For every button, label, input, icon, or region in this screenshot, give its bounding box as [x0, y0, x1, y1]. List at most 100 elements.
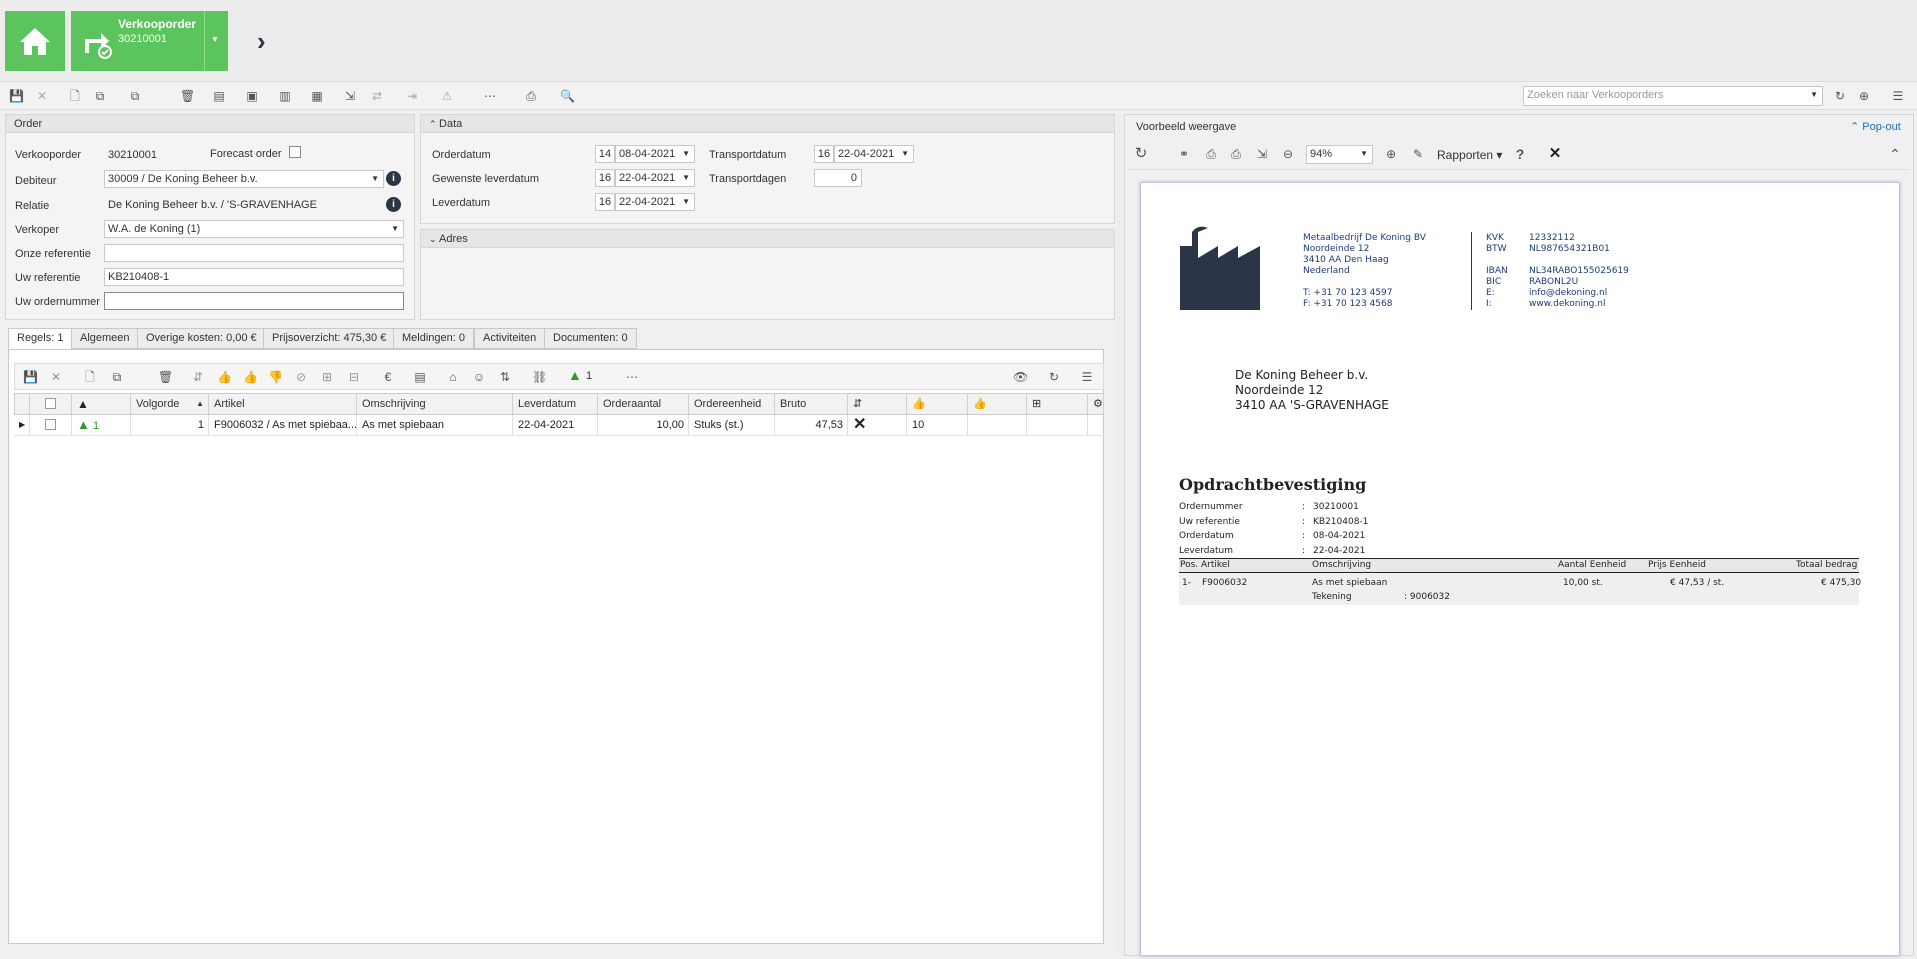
debiteur-select[interactable]: 30009 / De Koning Beheer b.v.	[104, 170, 384, 188]
refresh-icon[interactable]: ↻	[1833, 89, 1847, 103]
debiteur-info-icon[interactable]: i	[386, 171, 401, 186]
zoom-select[interactable]: 94%	[1306, 145, 1373, 164]
reject-icon[interactable]: ⊘	[294, 370, 308, 384]
home-button[interactable]	[5, 11, 65, 71]
delivery-icon[interactable]: ⇲	[343, 89, 357, 103]
tab-meldingen[interactable]: Meldingen: 0	[393, 328, 474, 349]
cell-omschrijving[interactable]: As met spiebaan	[358, 415, 513, 435]
header-col10[interactable]: 👍	[969, 394, 1027, 414]
tile-dropdown-icon[interactable]: ▼	[211, 35, 219, 44]
calc-icon[interactable]: ⊞	[320, 370, 334, 384]
split-icon[interactable]: ⇵	[191, 370, 205, 384]
help-icon[interactable]: ?	[1513, 147, 1527, 161]
person-icon[interactable]: ☺	[472, 370, 486, 384]
cell-artikel[interactable]: F9006032 / As met spiebaa...	[210, 415, 357, 435]
cell-split-x-icon[interactable]: ✕	[849, 415, 907, 435]
tab-documenten[interactable]: Documenten: 0	[544, 328, 637, 349]
duplicate-icon[interactable]: ⧉	[128, 89, 142, 103]
export-preview-icon[interactable]: ⇲	[1255, 147, 1269, 161]
refresh-line-icon[interactable]: ↻	[1047, 370, 1061, 384]
history-icon[interactable]: ⊟	[347, 370, 361, 384]
tag-icon[interactable]: ⌂	[446, 370, 460, 384]
header-col9[interactable]: 👍	[908, 394, 968, 414]
header-col12[interactable]: ⚙	[1089, 394, 1104, 414]
process-icon[interactable]: ⇥	[405, 89, 419, 103]
delete-line-icon[interactable]: 🗑	[158, 370, 173, 384]
popout-link[interactable]: ⌃ Pop-out	[1850, 120, 1901, 133]
lines-menu-icon[interactable]: ☰	[1080, 370, 1094, 384]
warning-icon[interactable]: ⚠	[440, 89, 454, 103]
cell-col10[interactable]	[969, 415, 1027, 435]
save-line-icon[interactable]: 💾	[23, 370, 38, 384]
uw-ordernummer-input[interactable]	[104, 292, 404, 310]
verkooporder-tile[interactable]: Verkooporder 30210001 ▼	[71, 11, 228, 71]
doc-line-icon[interactable]: ▤	[413, 370, 427, 384]
printer-icon[interactable]: ⎙	[1229, 147, 1243, 161]
preview-icon[interactable]: 🔍	[560, 89, 575, 103]
tab-overige-kosten[interactable]: Overige kosten: 0,00 €	[137, 328, 266, 349]
search-add-icon[interactable]: ⊕	[1857, 89, 1871, 103]
row-warning[interactable]: ▲ 1	[73, 415, 131, 435]
header-omschrijving[interactable]: Omschrijving	[358, 394, 513, 414]
header-volgorde[interactable]: Volgorde ▲	[132, 394, 209, 414]
orderdatum-input[interactable]: 08-04-2021	[615, 145, 695, 163]
leverdatum-input[interactable]: 22-04-2021	[615, 193, 695, 211]
cell-col11[interactable]	[1028, 415, 1088, 435]
cell-col9[interactable]: 10	[908, 415, 968, 435]
row-select[interactable]	[31, 415, 72, 435]
export-icon[interactable]: ▥	[278, 89, 292, 103]
header-select[interactable]	[31, 394, 72, 414]
relatie-info-icon[interactable]: i	[386, 197, 401, 212]
thumbs-down-icon[interactable]: 👎	[268, 370, 283, 384]
tab-algemeen[interactable]: Algemeen	[71, 328, 139, 349]
transportdagen-input[interactable]: 0	[814, 169, 862, 187]
header-warning[interactable]: ▲	[73, 394, 131, 414]
cell-bruto[interactable]: 47,53	[776, 415, 848, 435]
hide-icon[interactable]: 👁	[1013, 370, 1028, 384]
header-col11[interactable]: ⊞	[1028, 394, 1088, 414]
cell-leverdatum[interactable]: 22-04-2021	[514, 415, 598, 435]
splitter[interactable]	[1117, 114, 1122, 954]
edit-icon[interactable]: ✎	[1411, 147, 1425, 161]
save-icon[interactable]: 💾	[9, 89, 24, 103]
tab-prijsoverzicht[interactable]: Prijsoverzicht: 475,30 €	[263, 328, 396, 349]
copy-icon[interactable]: ⧉	[93, 89, 107, 103]
sort-icon[interactable]: ⇅	[498, 370, 512, 384]
copy-line-icon[interactable]: ⧉	[110, 370, 124, 384]
more-icon[interactable]: ⋯	[483, 89, 497, 103]
zoom-out-icon[interactable]: ⊖	[1281, 147, 1295, 161]
print-preview-icon[interactable]: ⎙	[1204, 147, 1218, 161]
printer-icon[interactable]: ⎙	[524, 89, 538, 103]
book-icon[interactable]: ▦	[310, 89, 324, 103]
warning-filter-icon[interactable]: ▲	[568, 367, 582, 383]
transportdatum-input[interactable]: 22-04-2021	[834, 145, 914, 163]
new-line-icon[interactable]: 🗋	[83, 370, 97, 384]
tab-regels[interactable]: Regels: 1	[8, 328, 73, 349]
header-ordereenheid[interactable]: Ordereenheid	[690, 394, 775, 414]
rapporten-menu[interactable]: Rapporten ▾	[1437, 148, 1502, 162]
transfer-icon[interactable]: ⇄	[370, 89, 384, 103]
verkoper-select[interactable]: W.A. de Koning (1)	[104, 220, 404, 238]
select-all-checkbox[interactable]	[45, 398, 56, 409]
chevron-right-icon[interactable]: ›	[257, 26, 266, 57]
uw-referentie-input[interactable]: KB210408-1	[104, 268, 404, 286]
header-leverdatum[interactable]: Leverdatum	[514, 394, 598, 414]
onze-referentie-input[interactable]	[104, 244, 404, 262]
collapse-icon[interactable]: ⌄	[429, 234, 439, 244]
cancel-icon[interactable]: ✕	[35, 89, 49, 103]
hamburger-menu-icon[interactable]: ☰	[1891, 89, 1905, 103]
link-icon[interactable]: ⛓	[532, 370, 547, 384]
header-orderaantal[interactable]: Orderaantal	[599, 394, 689, 414]
cancel-line-icon[interactable]: ✕	[49, 370, 63, 384]
new-document-icon[interactable]: 🗋	[68, 89, 82, 103]
gewenste-leverdatum-input[interactable]: 22-04-2021	[615, 169, 695, 187]
header-col8[interactable]: ⇵	[849, 394, 907, 414]
approve-icon[interactable]: 👍	[243, 370, 258, 384]
close-icon[interactable]: ✕	[1548, 146, 1562, 161]
currency-icon[interactable]: €	[381, 370, 395, 384]
documents-icon[interactable]: ▤	[212, 89, 226, 103]
row-checkbox[interactable]	[45, 419, 56, 430]
cell-orderaantal[interactable]: 10,00	[599, 415, 689, 435]
header-bruto[interactable]: Bruto	[776, 394, 848, 414]
cell-ordereenheid[interactable]: Stuks (st.)	[690, 415, 775, 435]
